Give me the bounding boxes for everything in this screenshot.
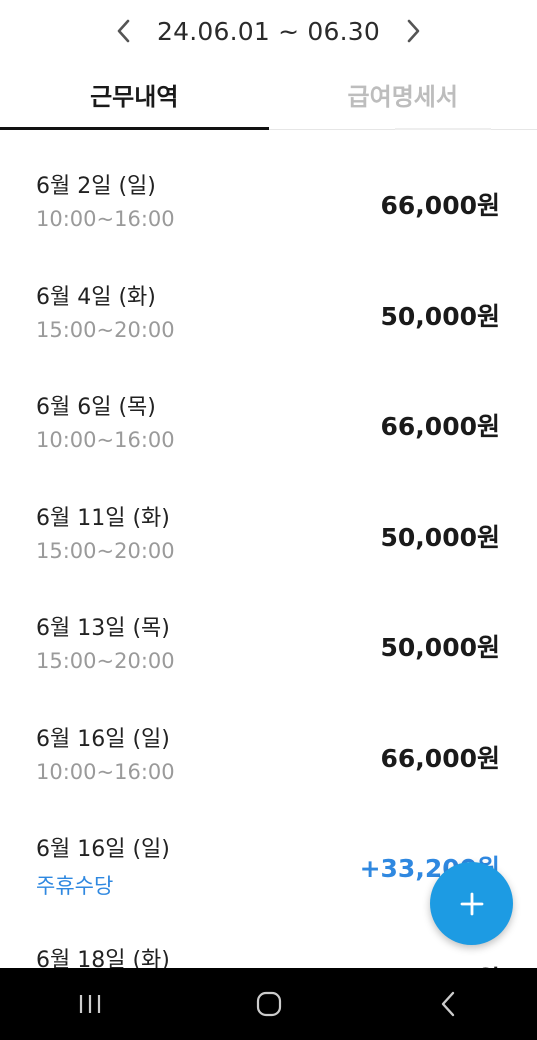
list-item[interactable]: 6월 4일 (화) 15:00~20:00 50,000원 [0, 242, 537, 353]
recent-apps-icon [79, 995, 100, 1013]
record-amount: 66,000원 [380, 412, 500, 441]
tab-payslip[interactable]: 급여명세서 [269, 64, 537, 129]
record-amount: 50,000원 [380, 633, 500, 662]
plus-icon [460, 892, 483, 915]
recent-apps-button[interactable] [50, 974, 130, 1034]
record-date: 6월 2일 (일) [36, 174, 156, 199]
record-amount: 50,000원 [380, 301, 500, 331]
record-date: 6월 4일 (화) [36, 284, 156, 310]
list-item[interactable]: 6월 6일 (목) 10:00~16:00 66,000원 [0, 352, 537, 463]
back-icon [441, 991, 454, 1017]
record-amount: 66,000원 [380, 191, 500, 220]
add-record-button[interactable] [430, 862, 513, 945]
list-item[interactable]: 6월 13일 (목) 15:00~20:00 50,000원 [0, 573, 537, 684]
record-time: 15:00~20:00 [36, 317, 175, 342]
record-time: 10:00~16:00 [36, 207, 175, 231]
home-icon [256, 991, 281, 1017]
period-label: 24.06.01 ~ 06.30 [157, 16, 380, 46]
record-date: 6월 11일 (화) [36, 505, 170, 531]
list-item[interactable]: 6월 2일 (일) 10:00~16:00 66,000원 [0, 131, 537, 242]
home-button[interactable] [229, 974, 309, 1034]
record-date: 6월 13일 (목) [36, 616, 170, 641]
month-navigator: 24.06.01 ~ 06.30 [0, 0, 537, 62]
record-date: 6월 6일 (목) [36, 395, 156, 420]
back-button[interactable] [408, 974, 488, 1034]
record-date: 6월 16일 (일) [36, 726, 170, 752]
record-amount: 66,000원 [380, 743, 500, 773]
tab-bar: 근무내역 급여명세서 [0, 64, 537, 130]
chevron-right-icon [407, 19, 420, 43]
list-item[interactable]: 6월 11일 (화) 15:00~20:00 50,000원 [0, 463, 537, 574]
prev-period-button[interactable] [105, 13, 141, 49]
app-screen: 24.06.01 ~ 06.30 근무내역 급여명세서 6월 2일 (일) 10… [0, 0, 537, 1040]
tab-work-history[interactable]: 근무내역 [0, 64, 269, 130]
list-item[interactable]: 6월 16일 (일) 10:00~16:00 66,000원 [0, 684, 537, 795]
system-navigation-bar [0, 968, 537, 1040]
chevron-left-icon [117, 19, 130, 43]
record-amount: 50,000원 [380, 522, 500, 552]
record-time: 15:00~20:00 [36, 538, 175, 563]
next-period-button[interactable] [396, 13, 432, 49]
record-allowance-label: 주휴수당 [36, 874, 114, 898]
record-time: 15:00~20:00 [36, 649, 175, 673]
record-date: 6월 16일 (일) [36, 837, 170, 862]
record-time: 10:00~16:00 [36, 428, 175, 452]
tab-divider [395, 128, 491, 130]
record-time: 10:00~16:00 [36, 759, 175, 784]
